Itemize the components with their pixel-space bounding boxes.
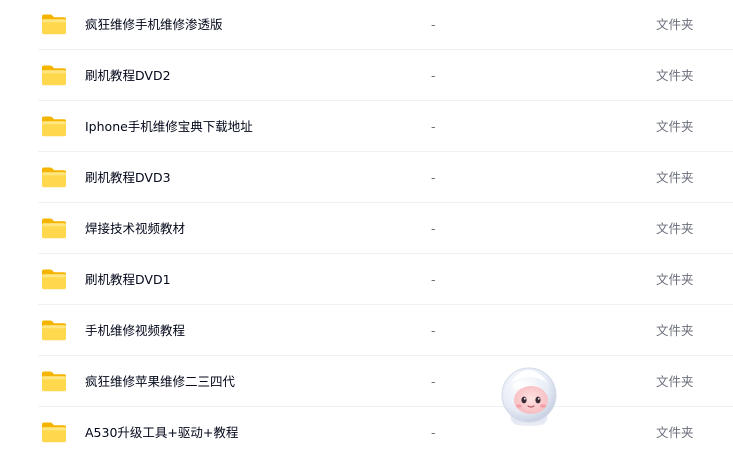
folder-icon: [40, 318, 68, 342]
file-type: 文件夹: [656, 170, 694, 185]
file-size: -: [431, 17, 436, 32]
file-size: -: [431, 119, 436, 134]
file-row[interactable]: 疯狂维修苹果维修二三四代 - 文件夹: [0, 356, 733, 407]
file-type: 文件夹: [656, 17, 694, 32]
file-size: -: [431, 221, 436, 236]
file-type: 文件夹: [656, 119, 694, 134]
file-row[interactable]: 刷机教程DVD3 - 文件夹: [0, 152, 733, 203]
file-name[interactable]: 疯狂维修苹果维修二三四代: [85, 356, 235, 407]
file-type: 文件夹: [656, 221, 694, 236]
file-type: 文件夹: [656, 68, 694, 83]
folder-icon: [40, 216, 68, 240]
file-row[interactable]: Iphone手机维修宝典下载地址 - 文件夹: [0, 101, 733, 152]
file-row[interactable]: 刷机教程DVD2 - 文件夹: [0, 50, 733, 101]
file-row[interactable]: 疯狂维修手机维修渗透版 - 文件夹: [0, 0, 733, 50]
file-name[interactable]: 焊接技术视频教材: [85, 203, 185, 254]
folder-icon: [40, 165, 68, 189]
file-size: -: [431, 374, 436, 389]
file-name[interactable]: 手机维修视频教程: [85, 305, 185, 356]
file-size: -: [431, 425, 436, 440]
file-size: -: [431, 272, 436, 287]
file-name[interactable]: A530升级工具+驱动+教程: [85, 407, 238, 458]
folder-icon: [40, 12, 68, 36]
file-name[interactable]: 刷机教程DVD3: [85, 152, 171, 203]
file-type: 文件夹: [656, 323, 694, 338]
file-row[interactable]: 刷机教程DVD1 - 文件夹: [0, 254, 733, 305]
file-size: -: [431, 170, 436, 185]
file-type: 文件夹: [656, 374, 694, 389]
file-name[interactable]: 刷机教程DVD2: [85, 50, 171, 101]
folder-icon: [40, 63, 68, 87]
folder-icon: [40, 114, 68, 138]
folder-icon: [40, 267, 68, 291]
file-list: 疯狂维修手机维修渗透版 - 文件夹 刷机教程DVD2- 文件夹 Iphone手机维修宝典下…: [0, 0, 733, 458]
file-name[interactable]: Iphone手机维修宝典下载地址: [85, 101, 253, 152]
file-name[interactable]: 疯狂维修手机维修渗透版: [85, 0, 223, 50]
file-size: -: [431, 323, 436, 338]
file-row[interactable]: A530升级工具+驱动+教程 - 文件夹: [0, 407, 733, 458]
file-type: 文件夹: [656, 272, 694, 287]
file-name[interactable]: 刷机教程DVD1: [85, 254, 171, 305]
assistant-mascot-icon[interactable]: [497, 365, 561, 427]
folder-icon: [40, 420, 68, 444]
file-type: 文件夹: [656, 425, 694, 440]
folder-icon: [40, 369, 68, 393]
file-row[interactable]: 焊接技术视频教材 - 文件夹: [0, 203, 733, 254]
file-row[interactable]: 手机维修视频教程 - 文件夹: [0, 305, 733, 356]
file-size: -: [431, 68, 436, 83]
